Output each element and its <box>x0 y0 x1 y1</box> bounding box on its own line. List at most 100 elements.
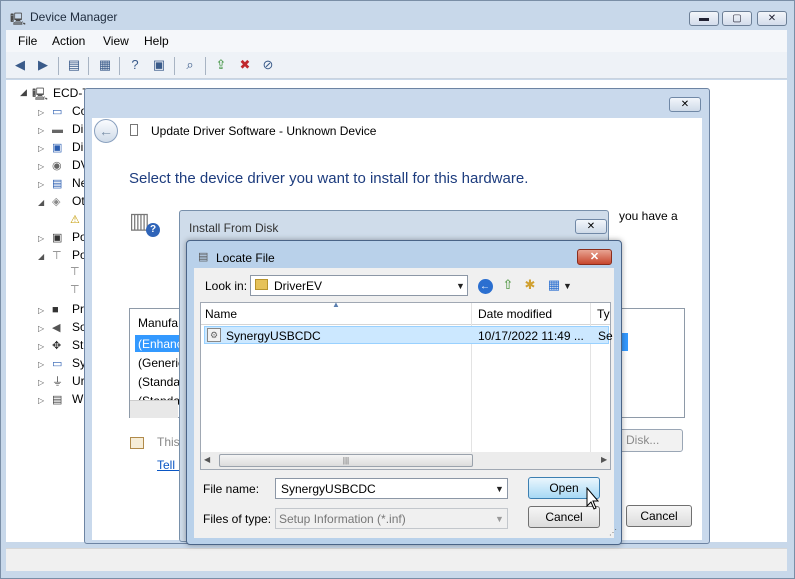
question-icon: ? <box>146 223 160 237</box>
expand-icon[interactable]: ▷ <box>38 342 44 351</box>
collapse-icon[interactable]: ◢ <box>38 252 44 261</box>
disable-icon[interactable]: ⊘ <box>259 57 277 73</box>
look-in-label: Look in: <box>205 279 248 293</box>
file-name-value[interactable]: SynergyUSBCDC <box>281 482 376 496</box>
resize-grip-icon[interactable]: ⋰ <box>609 528 617 537</box>
column-name[interactable]: Name <box>205 307 237 321</box>
expand-icon[interactable]: ▷ <box>38 180 44 189</box>
printer-icon: ▤ <box>52 394 63 406</box>
toolbar <box>6 52 787 79</box>
system-icon: ▭ <box>52 358 63 370</box>
column-type[interactable]: Ty <box>597 307 610 321</box>
setup-file-icon: ⚙ <box>207 328 221 342</box>
menu-help[interactable]: Help <box>144 34 169 48</box>
expand-icon[interactable]: ▷ <box>38 396 44 405</box>
files-of-type-value: Setup Information (*.inf) <box>279 512 406 526</box>
dialog-close-button[interactable]: ✕ <box>669 97 701 112</box>
expand-icon[interactable]: ▷ <box>38 144 44 153</box>
view-icon[interactable]: ▣ <box>150 57 168 73</box>
expand-icon[interactable]: ▷ <box>38 378 44 387</box>
manufacturer-header[interactable]: Manufa <box>138 316 178 330</box>
file-type-cell: Se <box>598 329 613 343</box>
back-button[interactable]: ← <box>94 119 118 143</box>
file-date-cell: 10/17/2022 11:49 ... <box>478 329 584 343</box>
disk-icon: ▬ <box>52 124 63 136</box>
manufacturer-item[interactable]: (Generic <box>138 356 184 370</box>
forward-arrow-icon[interactable]: ▶ <box>34 57 52 73</box>
manufacturer-item[interactable]: (Enhanc <box>138 337 183 351</box>
expand-icon[interactable]: ▷ <box>38 234 44 243</box>
tree-item[interactable]: W <box>72 392 83 406</box>
other-devices-icon: ◈ <box>52 196 61 208</box>
close-button[interactable]: ✕ <box>757 11 787 26</box>
menu-file[interactable]: File <box>18 34 37 48</box>
chevron-down-icon[interactable]: ▼ <box>495 484 504 494</box>
file-name-cell[interactable]: SynergyUSBCDC <box>226 329 321 343</box>
tree-item[interactable]: St <box>72 338 83 352</box>
collapse-icon[interactable]: ◢ <box>20 87 27 98</box>
up-folder-icon[interactable]: ⇧ <box>499 276 517 294</box>
view-menu-icon[interactable]: ▦ <box>545 276 563 294</box>
tree-item[interactable]: Di <box>72 140 83 154</box>
dialog-side-text: you have a <box>619 209 678 223</box>
tree-item[interactable]: Di <box>72 122 83 136</box>
manufacturer-item[interactable]: (Standa <box>138 375 180 389</box>
horizontal-scrollbar[interactable] <box>130 400 178 418</box>
status-bar <box>6 548 787 571</box>
properties-icon[interactable]: ▦ <box>96 57 114 73</box>
cancel-button[interactable]: Cancel <box>626 505 692 527</box>
computer-icon: ▭ <box>52 106 63 118</box>
file-dialog-icon: ▤ <box>198 251 209 263</box>
dialog-close-button[interactable]: ✕ <box>575 219 607 234</box>
storage-icon: ✥ <box>52 340 62 352</box>
expand-icon[interactable]: ▷ <box>38 360 44 369</box>
dialog-title: Install From Disk <box>189 221 279 235</box>
toolbar-separator <box>88 57 89 75</box>
window-title: Device Manager <box>30 10 118 24</box>
toolbar-separator <box>205 57 206 75</box>
tree-item[interactable]: Ot <box>72 194 85 208</box>
files-of-type-label: Files of type: <box>203 512 272 526</box>
dialog-close-button[interactable]: ✕ <box>577 249 612 265</box>
show-hide-tree-icon[interactable]: ▤ <box>65 57 83 73</box>
scrollbar-thumb[interactable]: ||| <box>219 454 473 467</box>
port-icon: ⊤ <box>70 266 80 278</box>
new-folder-icon[interactable]: ✱ <box>521 276 539 294</box>
folder-icon <box>255 279 268 290</box>
tree-item[interactable]: Pr <box>72 302 84 316</box>
processor-icon: ■ <box>52 304 59 316</box>
chevron-down-icon[interactable]: ▼ <box>456 281 465 291</box>
file-name-label: File name: <box>203 482 260 496</box>
maximize-button[interactable]: ▢ <box>722 11 752 26</box>
computer-icon: 🖳 <box>10 12 27 26</box>
update-driver-icon[interactable]: ⇪ <box>212 57 230 73</box>
menu-action[interactable]: Action <box>52 34 85 48</box>
column-date-modified[interactable]: Date modified <box>478 307 552 321</box>
monitor-icon: ▣ <box>52 142 63 154</box>
expand-icon[interactable]: ▷ <box>38 126 44 135</box>
minimize-button[interactable]: ▬ <box>689 11 719 26</box>
back-icon[interactable]: ← <box>476 276 494 294</box>
uninstall-icon[interactable]: ✖ <box>236 57 254 73</box>
expand-icon[interactable]: ▷ <box>38 108 44 117</box>
expand-icon[interactable]: ▷ <box>38 324 44 333</box>
chevron-down-icon[interactable]: ▼ <box>495 514 504 524</box>
expand-icon[interactable]: ▷ <box>38 306 44 315</box>
back-arrow-icon[interactable]: ◀ <box>11 57 29 73</box>
menu-view[interactable]: View <box>103 34 129 48</box>
device-icon <box>130 124 138 136</box>
scroll-right-icon[interactable]: ▶ <box>601 455 607 464</box>
scan-hardware-icon[interactable]: ⌕ <box>181 57 199 73</box>
have-disk-button[interactable]: Disk... <box>617 429 683 452</box>
collapse-icon[interactable]: ◢ <box>38 198 44 207</box>
toolbar-separator <box>119 57 120 75</box>
usb-icon: ⏚ <box>52 376 63 388</box>
tree-item[interactable]: Ur <box>72 374 85 388</box>
expand-icon[interactable]: ▷ <box>38 162 44 171</box>
help-icon[interactable]: ? <box>126 57 144 73</box>
scroll-left-icon[interactable]: ◀ <box>204 455 210 464</box>
certificate-icon <box>130 437 144 449</box>
chevron-down-icon[interactable]: ▼ <box>563 281 572 291</box>
look-in-value: DriverEV <box>274 279 323 293</box>
dialog-heading: Select the device driver you want to ins… <box>129 170 529 187</box>
